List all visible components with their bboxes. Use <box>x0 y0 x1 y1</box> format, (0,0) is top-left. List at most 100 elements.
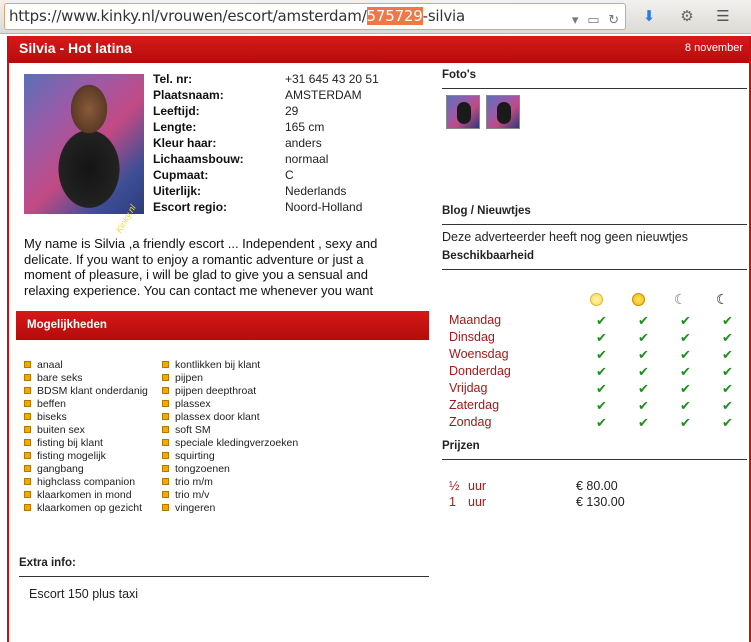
option-item: soft SM <box>162 424 298 437</box>
profile-value: AMSTERDAM <box>285 88 362 102</box>
option-label: klaarkomen in mond <box>37 489 132 501</box>
option-item: BDSM klant onderdanig <box>24 385 148 398</box>
price-quantity: ½ <box>449 479 460 493</box>
address-bar[interactable]: https://www.kinky.nl/vrouwen/escort/amst… <box>4 3 626 30</box>
profile-label: Kleur haar: <box>153 136 217 150</box>
option-item: tongzoenen <box>162 463 298 476</box>
check-icon: ✔ <box>680 330 691 345</box>
prijzen-heading: Prijzen <box>442 440 747 460</box>
option-item: highclass companion <box>24 476 148 489</box>
bullet-icon <box>162 504 169 511</box>
check-icon: ✔ <box>596 381 607 396</box>
option-item: trio m/v <box>162 489 298 502</box>
dropdown-icon[interactable]: ▾ <box>572 8 579 29</box>
check-icon: ✔ <box>638 364 649 379</box>
price-amount: € 130.00 <box>576 495 625 509</box>
profile-row: Tel. nr: +31 645 43 20 51 <box>153 71 379 87</box>
profile-label: Escort regio: <box>153 200 228 214</box>
profile-value: +31 645 43 20 51 <box>285 72 379 86</box>
photo-thumbnail[interactable] <box>486 95 520 129</box>
option-label: soft SM <box>175 424 211 436</box>
fotos-heading: Foto's <box>442 69 747 89</box>
bullet-icon <box>162 387 169 394</box>
bullet-icon <box>162 413 169 420</box>
bullet-icon <box>24 387 31 394</box>
extension-icon[interactable]: ⚙ <box>676 6 698 28</box>
option-label: biseks <box>37 411 67 423</box>
profile-info: Tel. nr: +31 645 43 20 51 Plaatsnaam: AMSTE… <box>153 71 379 215</box>
availability-day: Woensdag <box>449 347 509 361</box>
page-content: Silvia - Hot latina 8 november Kinky.nl … <box>7 36 751 642</box>
evening-moon-icon: ☾ <box>674 291 687 307</box>
check-icon: ✔ <box>680 364 691 379</box>
bullet-icon <box>24 361 31 368</box>
check-icon: ✔ <box>680 313 691 328</box>
profile-value: 29 <box>285 104 299 118</box>
browser-toolbar: https://www.kinky.nl/vrouwen/escort/amst… <box>0 0 751 34</box>
bullet-icon <box>24 426 31 433</box>
profile-row: Leeftijd: 29 <box>153 103 379 119</box>
check-icon: ✔ <box>722 330 733 345</box>
option-item: plassex <box>162 398 298 411</box>
availability-day: Dinsdag <box>449 330 495 344</box>
check-icon: ✔ <box>638 330 649 345</box>
option-item: gangbang <box>24 463 148 476</box>
option-label: plassex door klant <box>175 411 260 423</box>
bullet-icon <box>162 361 169 368</box>
check-icon: ✔ <box>680 398 691 413</box>
profile-label: Cupmaat: <box>153 168 209 182</box>
options-column-1: anaal bare seks BDSM klant onderdanig beffe… <box>24 359 148 515</box>
menu-icon[interactable]: ☰ <box>712 6 734 28</box>
availability-day: Zondag <box>449 415 492 429</box>
option-label: plassex <box>175 398 211 410</box>
bullet-icon <box>24 374 31 381</box>
check-icon: ✔ <box>638 313 649 328</box>
option-item: klaarkomen in mond <box>24 489 148 502</box>
option-label: pijpen <box>175 372 204 384</box>
bullet-icon <box>162 465 169 472</box>
profile-row: Lichaamsbouw: normaal <box>153 151 379 167</box>
bullet-icon <box>162 491 169 498</box>
profile-value: normaal <box>285 152 329 166</box>
availability-day: Zaterdag <box>449 398 500 412</box>
photo-thumbnail[interactable] <box>446 95 480 129</box>
option-label: beffen <box>37 398 67 410</box>
profile-value: Nederlands <box>285 184 347 198</box>
option-item: fisting mogelijk <box>24 450 148 463</box>
option-item: biseks <box>24 411 148 424</box>
page-title: Silvia - Hot latina <box>19 40 132 56</box>
price-quantity: 1 <box>449 495 456 509</box>
option-label: gangbang <box>37 463 84 475</box>
bullet-icon <box>162 400 169 407</box>
bullet-icon <box>162 439 169 446</box>
option-item: beffen <box>24 398 148 411</box>
blog-text: Deze adverteerder heeft nog geen nieuwtj… <box>442 230 688 244</box>
bullet-icon <box>162 426 169 433</box>
check-icon: ✔ <box>722 364 733 379</box>
check-icon: ✔ <box>722 313 733 328</box>
bullet-icon <box>24 504 31 511</box>
extra-info-text: Escort 150 plus taxi <box>29 587 139 601</box>
header-date: 8 november <box>684 42 743 54</box>
option-label: tongzoenen <box>175 463 230 475</box>
check-icon: ✔ <box>680 347 691 362</box>
option-item: plassex door klant <box>162 411 298 424</box>
option-item: klaarkomen op gezicht <box>24 502 148 515</box>
reload-icon[interactable]: ↻ <box>608 8 619 29</box>
download-icon[interactable]: ⬇ <box>638 6 660 28</box>
option-item: fisting bij klant <box>24 437 148 450</box>
check-icon: ✔ <box>596 330 607 345</box>
bullet-icon <box>24 413 31 420</box>
check-icon: ✔ <box>722 347 733 362</box>
blog-heading: Blog / Nieuwtjes <box>442 205 747 225</box>
availability-day: Vrijdag <box>449 381 488 395</box>
profile-row: Kleur haar: anders <box>153 135 379 151</box>
option-item: pijpen <box>162 372 298 385</box>
profile-row: Escort regio: Noord-Holland <box>153 199 379 215</box>
profile-label: Lengte: <box>153 120 197 134</box>
check-icon: ✔ <box>596 313 607 328</box>
reader-view-icon[interactable]: ▭ <box>587 8 599 29</box>
profile-label: Uiterlijk: <box>153 184 202 198</box>
profile-photo[interactable]: Kinky.nl <box>24 74 144 235</box>
bullet-icon <box>24 478 31 485</box>
